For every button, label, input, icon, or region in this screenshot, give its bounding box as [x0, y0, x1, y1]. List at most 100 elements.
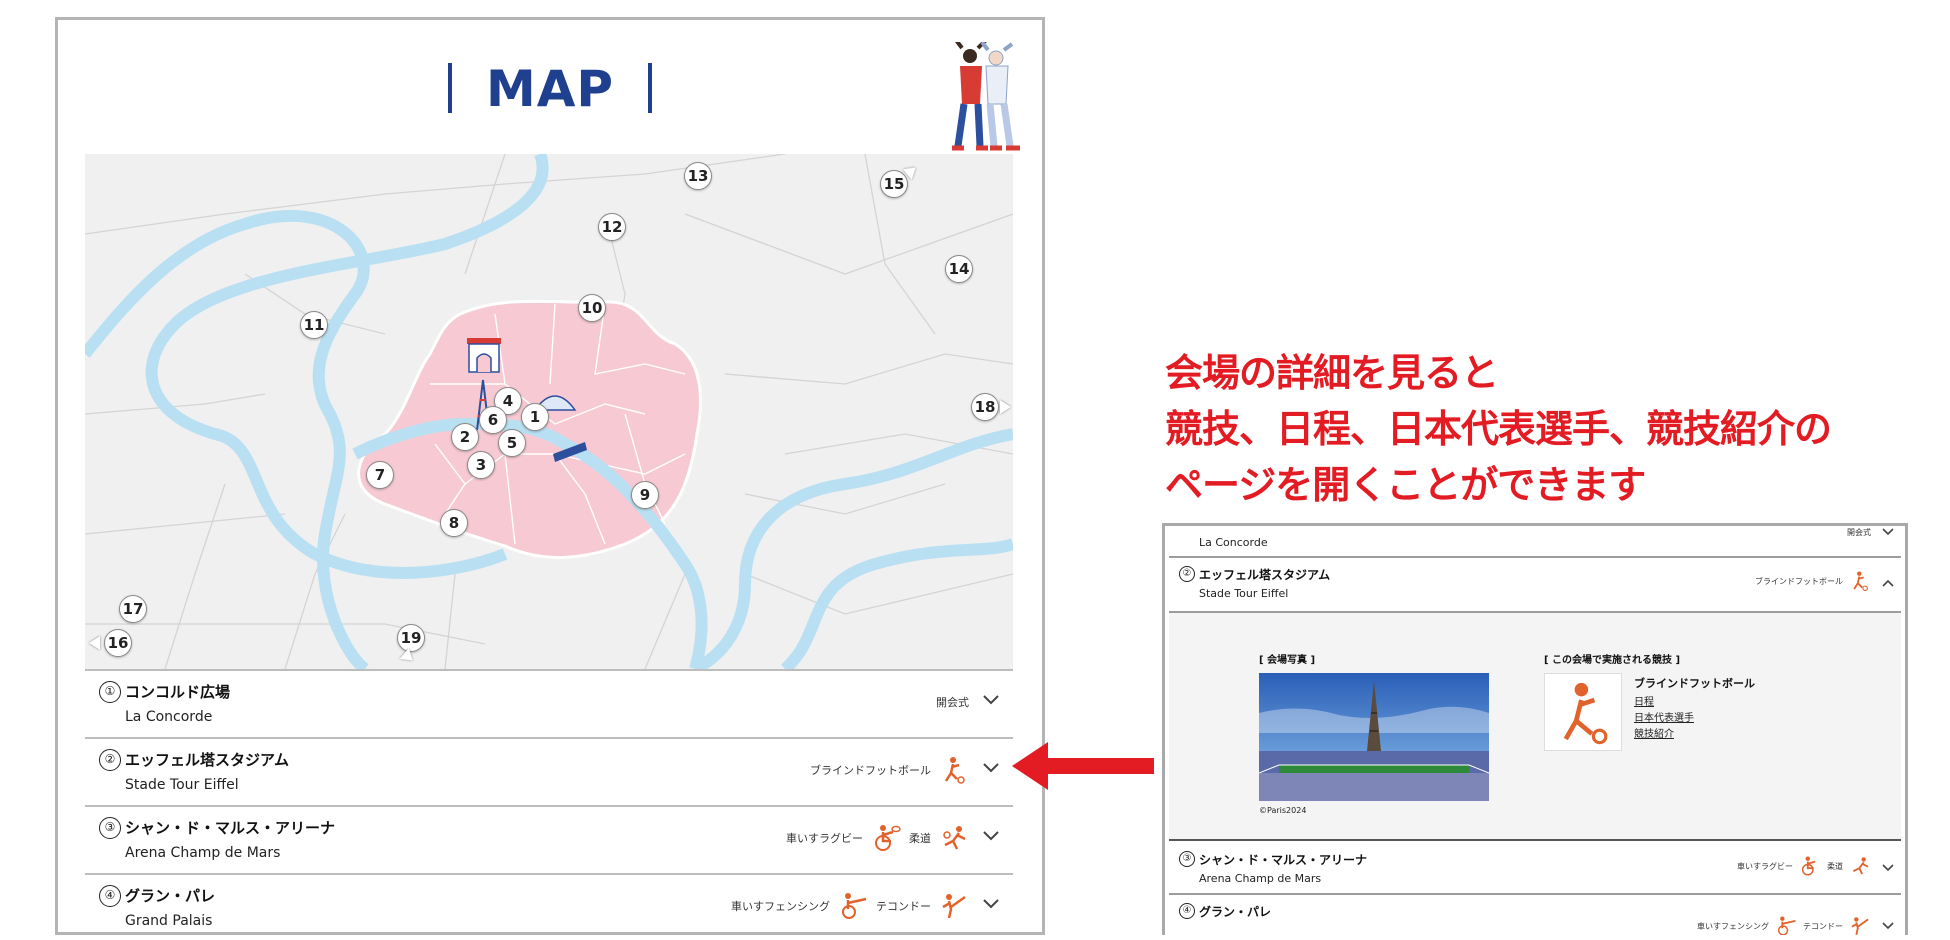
venue-name-en: Stade Tour Eiffel [125, 777, 239, 793]
venue-number: ① [99, 681, 121, 703]
venue-sports: 車いすフェンシング テコンドー [731, 891, 969, 921]
venue-number: ③ [99, 817, 121, 839]
instruction-callout: 会場の詳細を見ると 競技、日程、日本代表選手、競技紹介の ページを開くことができ… [1165, 345, 1832, 513]
map-pin-13[interactable]: 13 [684, 162, 712, 190]
sport-intro-link[interactable]: 競技紹介 [1634, 725, 1674, 740]
venue-sports: ブラインドフットボール [810, 755, 969, 785]
venue-sports: 開会式 [936, 687, 969, 717]
venue-name-en: Grand Palais [125, 913, 213, 929]
blind-football-icon [1563, 682, 1608, 745]
venue-row-4[interactable]: ④ グラン・パレ Grand Palais 車いすフェンシング テコンドー [85, 873, 1013, 932]
map-pin-11[interactable]: 11 [300, 311, 328, 339]
map-pin-10[interactable]: 10 [578, 294, 606, 322]
chevron-down-icon[interactable] [981, 829, 1001, 843]
map-pin-3[interactable]: 3 [467, 451, 495, 479]
map-canvas [85, 154, 1013, 669]
map-pin-18[interactable]: 18 [971, 393, 999, 421]
venue-name-en: La Concorde [1199, 536, 1268, 549]
venue-row-4[interactable]: ④ グラン・パレ 車いすフェンシング テコンドー [1169, 897, 1901, 935]
mascot-pair-illustration [952, 42, 1020, 151]
venue-name-jp: シャン・ド・マルス・アリーナ [1199, 853, 1368, 867]
venue-number: ② [1179, 566, 1195, 582]
title-bar-left [447, 62, 452, 113]
venue-number: ④ [99, 885, 121, 907]
sport-label: 車いすラグビー [786, 832, 863, 845]
venue-photo [1259, 673, 1489, 801]
schedule-link[interactable]: 日程 [1634, 693, 1654, 708]
venue-row-1[interactable]: ① コンコルド広場 La Concorde 開会式 [85, 669, 1013, 737]
chevron-up-icon[interactable] [1881, 578, 1895, 588]
map-pin-6[interactable]: 6 [479, 406, 507, 434]
venue-name-en: La Concorde [125, 709, 213, 725]
sport-label: 柔道 [909, 832, 931, 845]
venue-row-2-expanded[interactable]: ② エッフェル塔スタジアム Stade Tour Eiffel ブラインドフット… [1169, 558, 1901, 613]
map-pin-16[interactable]: 16 [104, 629, 132, 657]
sport-label: 車いすラグビー [1737, 861, 1793, 871]
taekwondo-icon [942, 894, 966, 919]
map-pin-1[interactable]: 1 [521, 403, 549, 431]
map-pin-14[interactable]: 14 [945, 255, 973, 283]
venue-row-3[interactable]: ③ シャン・ド・マルス・アリーナ Arena Champ de Mars 車いす… [1169, 843, 1901, 895]
map-pin-12[interactable]: 12 [598, 213, 626, 241]
judo-icon [1852, 857, 1869, 875]
map-pin-19[interactable]: 19 [397, 624, 425, 652]
venue-name-jp: グラン・パレ [1199, 905, 1272, 919]
map-pin-9[interactable]: 9 [631, 481, 659, 509]
map-pin-8[interactable]: 8 [440, 509, 468, 537]
venue-detail: [ 会場写真 ] [ この会場で実施される競技 ] ©Paris2024 ブライ… [1169, 613, 1901, 841]
map-pin-17[interactable]: 17 [119, 595, 147, 623]
venue-name-en: Arena Champ de Mars [1199, 872, 1322, 885]
sport-label: 開会式 [936, 696, 969, 709]
sport-label: 柔道 [1827, 861, 1843, 871]
venue-name-en: Arena Champ de Mars [125, 845, 281, 861]
venue-name-jp: コンコルド広場 [125, 683, 231, 701]
wheelchair-fencing-icon [1777, 916, 1796, 935]
chevron-down-icon[interactable] [981, 897, 1001, 911]
venue-sports: ブラインドフットボール [1755, 570, 1871, 592]
venue-row-1[interactable]: La Concorde 開会式 [1169, 526, 1901, 558]
venue-row-3[interactable]: ③ シャン・ド・マルス・アリーナ Arena Champ de Mars 車いす… [85, 805, 1013, 873]
title-bar-right [648, 62, 653, 113]
sport-name: ブラインドフットボール [1634, 677, 1755, 690]
pointer-arrow-icon [1012, 742, 1154, 790]
venue-name-jp: エッフェル塔スタジアム [125, 751, 289, 769]
sports-heading: [ この会場で実施される競技 ] [1544, 655, 1681, 666]
chevron-down-icon[interactable] [1881, 921, 1895, 931]
venue-list: ① コンコルド広場 La Concorde 開会式 ② エッフェル塔スタジアム … [85, 669, 1013, 932]
sport-label: 開会式 [1847, 527, 1871, 537]
arc-de-triomphe-icon [467, 338, 501, 373]
sport-label: ブラインドフットボール [1755, 576, 1843, 586]
chevron-down-icon[interactable] [981, 761, 1001, 775]
japan-team-link[interactable]: 日本代表選手 [1634, 709, 1694, 724]
sport-thumbnail[interactable] [1544, 673, 1622, 751]
taekwondo-icon [1851, 917, 1869, 935]
map-pin-15[interactable]: 15 [880, 170, 908, 198]
judo-icon [943, 826, 966, 850]
venue-number: ② [99, 749, 121, 771]
venue-number: ③ [1179, 851, 1195, 867]
blind-football-icon [944, 757, 965, 784]
offmap-arrow-18 [1000, 400, 1011, 414]
venue-sports: 車いすラグビー 柔道 [786, 823, 969, 853]
map-pin-7[interactable]: 7 [366, 461, 394, 489]
venue-number: ④ [1179, 903, 1195, 919]
wheelchair-rugby-icon [1801, 856, 1816, 876]
wheelchair-rugby-icon [875, 825, 901, 851]
venue-name-jp: グラン・パレ [125, 887, 216, 905]
venue-sports: 開会式 [1847, 526, 1871, 538]
venue-sports: 車いすフェンシング テコンドー [1697, 915, 1871, 935]
map-title-text: MAP [485, 60, 615, 118]
sport-label: 車いすフェンシング [1697, 921, 1769, 931]
callout-line-2: 競技、日程、日本代表選手、競技紹介の [1165, 407, 1832, 451]
sport-label: 車いすフェンシング [731, 900, 830, 913]
chevron-down-icon[interactable] [1881, 863, 1895, 873]
paris-map[interactable]: 1 2 3 4 5 6 7 8 9 10 11 12 13 14 15 16 1… [85, 154, 1013, 669]
photo-heading: [ 会場写真 ] [1259, 655, 1316, 666]
map-pin-2[interactable]: 2 [451, 423, 479, 451]
chevron-down-icon[interactable] [981, 693, 1001, 707]
venue-row-2[interactable]: ② エッフェル塔スタジアム Stade Tour Eiffel ブラインドフット… [85, 737, 1013, 805]
map-pin-5[interactable]: 5 [498, 429, 526, 457]
sport-label: テコンドー [1803, 921, 1843, 931]
chevron-down-icon[interactable] [1881, 527, 1895, 537]
callout-line-3: ページを開くことができます [1165, 463, 1646, 507]
